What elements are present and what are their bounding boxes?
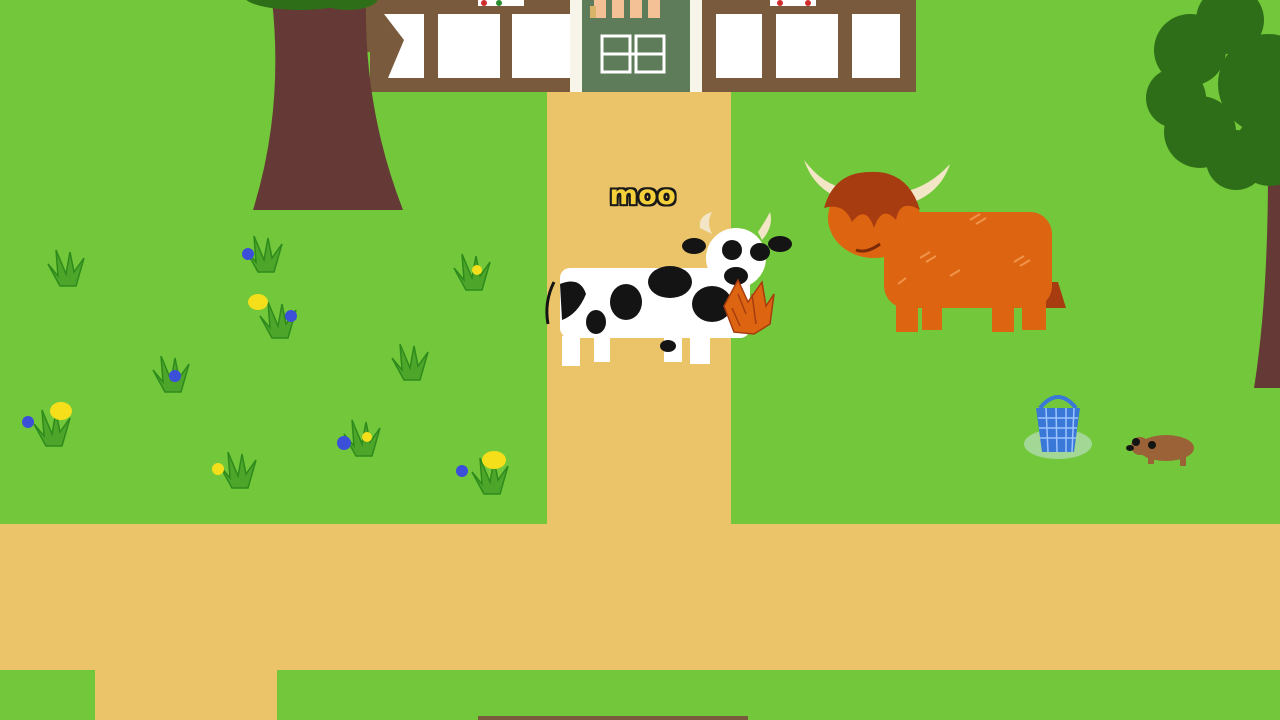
grass-tufts	[33, 235, 509, 495]
dandelion-icon	[212, 463, 224, 475]
dandelion-icon	[362, 432, 372, 442]
cornflower-icon	[456, 465, 468, 477]
farm-scene[interactable]: moo	[0, 0, 1280, 720]
cornflower-icon	[242, 248, 254, 260]
dandelion-icon	[472, 265, 482, 275]
hay-icon[interactable]	[718, 276, 778, 338]
bottom-edge-strip	[478, 716, 748, 720]
leafy-tree	[1146, 0, 1280, 388]
dirt-path-horizontal	[0, 524, 1280, 670]
cornflower-icon	[22, 416, 34, 428]
cornflower-icon	[169, 370, 181, 382]
mole-icon[interactable]	[1126, 432, 1198, 468]
dirt-path-lower	[95, 668, 277, 720]
highland-cow-icon[interactable]	[800, 158, 1080, 338]
dandelion-icon	[248, 294, 268, 310]
cornflower-icon	[337, 436, 351, 450]
cornflower-icon	[285, 310, 297, 322]
basket-icon[interactable]	[1022, 392, 1096, 462]
dandelion-icon	[50, 402, 72, 420]
cow-speech-text: moo	[609, 180, 677, 211]
dandelion-icon	[482, 451, 506, 469]
